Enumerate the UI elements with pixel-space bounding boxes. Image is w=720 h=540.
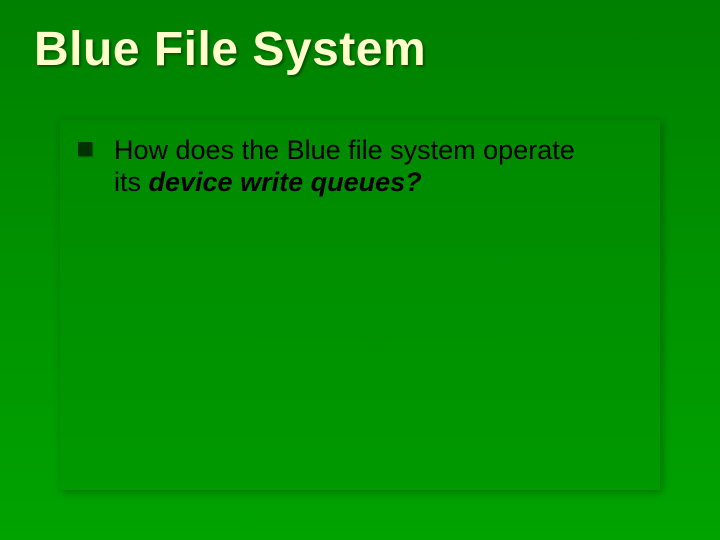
bullet-item: How does the Blue file system operate it… xyxy=(78,134,642,199)
bullet-emphasis-text: device write queues? xyxy=(149,167,422,197)
bullet-text: How does the Blue file system operate it… xyxy=(114,134,575,199)
bullet-plain-text: its xyxy=(114,167,149,197)
content-box: How does the Blue file system operate it… xyxy=(60,120,660,490)
slide-title: Blue File System xyxy=(34,22,426,77)
bullet-line-2: its device write queues? xyxy=(114,166,575,198)
bullet-line-1: How does the Blue file system operate xyxy=(114,135,575,165)
square-bullet-icon xyxy=(78,142,92,156)
